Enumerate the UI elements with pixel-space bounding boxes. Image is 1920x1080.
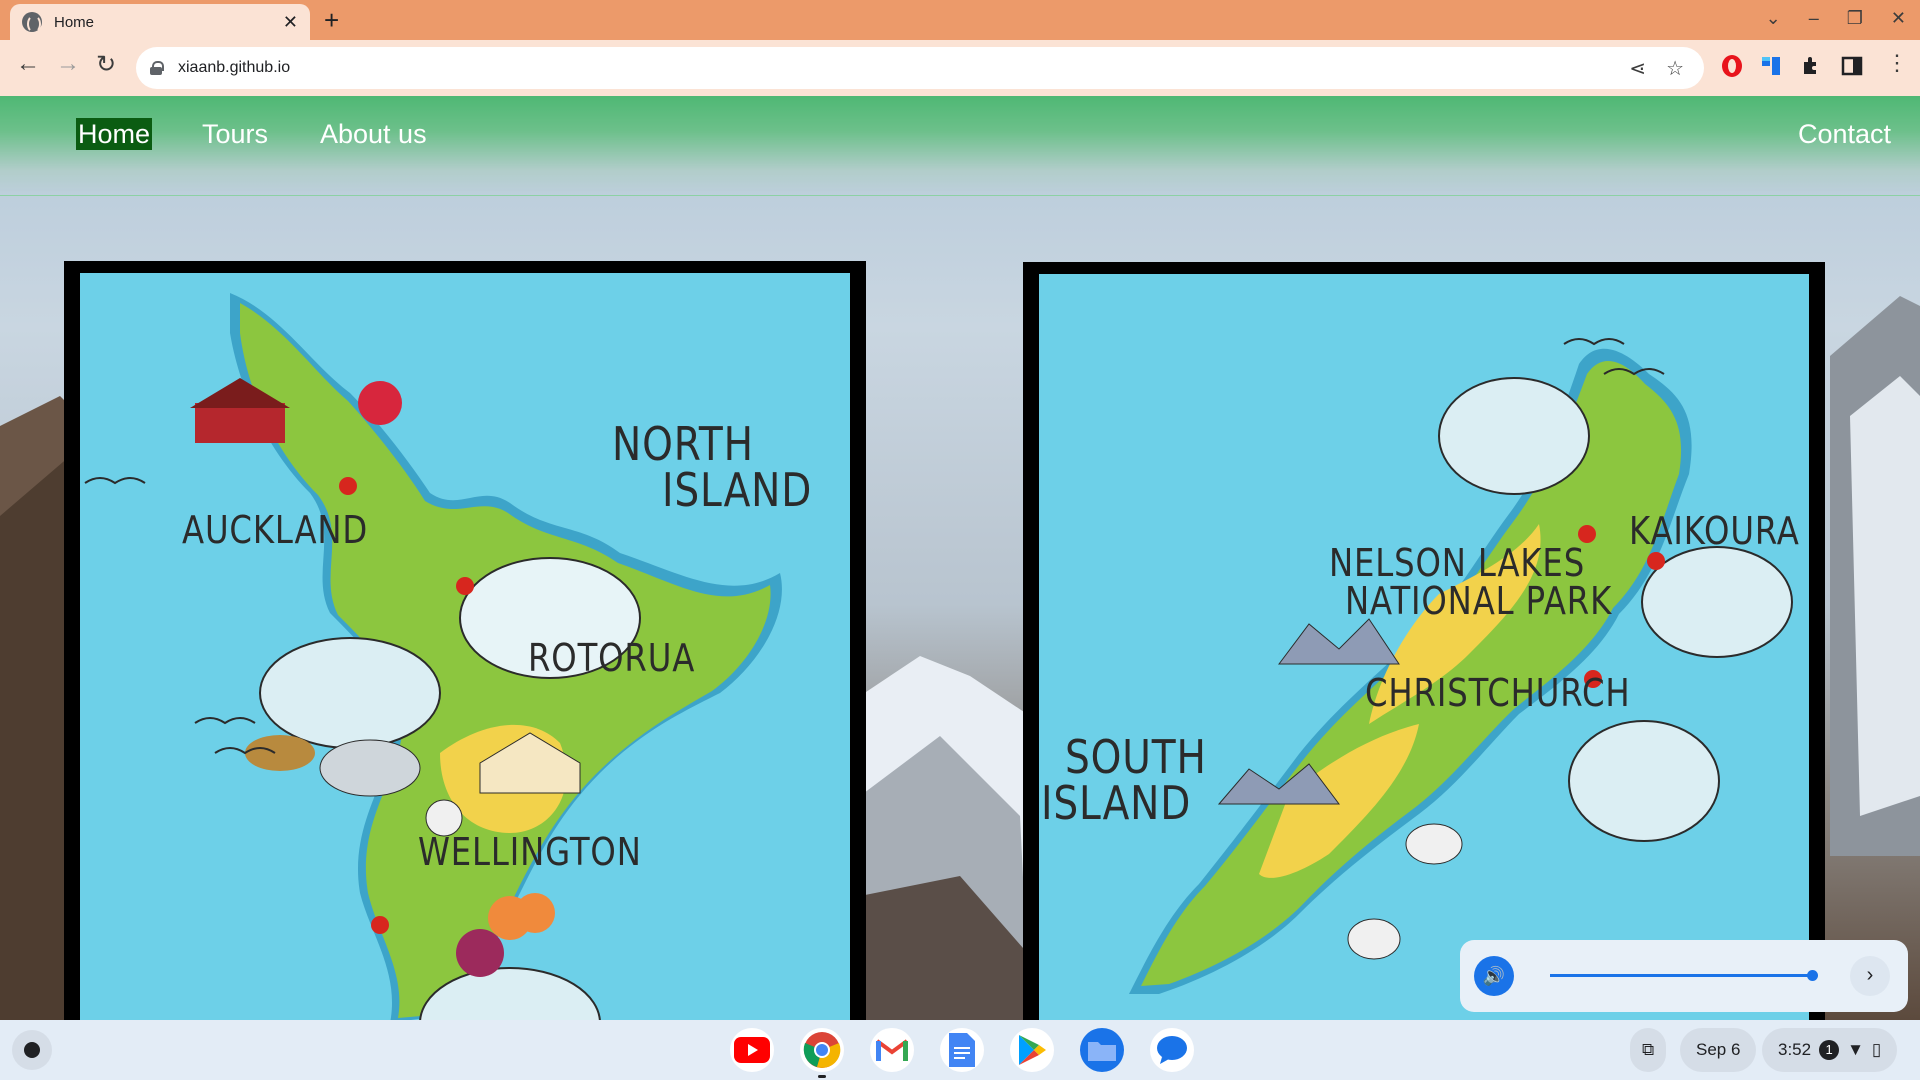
tab-strip: Home ✕ + ⌄ – ❐ ✕ [0,0,1920,40]
south-island-illustration [1129,338,1793,994]
launcher-button[interactable] [12,1030,52,1070]
window-controls: ⌄ – ❐ ✕ [1766,8,1906,29]
volume-slider[interactable] [1550,974,1813,977]
kaikoura-label: KAIKOURA [1629,509,1800,553]
reload-icon[interactable]: ↻ [96,50,116,79]
play-store-icon[interactable] [1010,1028,1054,1072]
north-island-title-2: ISLAND [662,463,813,517]
extensions-puzzle-icon[interactable] [1800,54,1824,78]
south-island-title-2: ISLAND [1041,776,1192,830]
nav-contact-link[interactable]: Contact [1796,118,1893,150]
volume-slider-handle[interactable] [1807,970,1819,981]
new-tab-button[interactable]: + [324,5,339,36]
chrome-icon[interactable] [800,1028,844,1078]
holding-space-icon[interactable]: ⧉ [1630,1028,1667,1072]
close-window-icon[interactable]: ✕ [1891,8,1906,29]
nav-home-link[interactable]: Home [76,118,153,150]
nav-about-link[interactable]: About us [318,118,429,150]
browser-toolbar: ← → ↻ xiaanb.github.io ⋖ ☆ ⋮ [0,40,1920,96]
christchurch-label: CHRISTCHURCH [1365,671,1631,715]
south-island-title-1: SOUTH [1065,730,1207,784]
url-text[interactable]: xiaanb.github.io [178,59,1629,77]
tab-search-icon[interactable]: ⌄ [1766,8,1781,29]
site-navbar: Home Tours About us Contact [0,96,1920,196]
forward-icon[interactable]: → [56,50,80,78]
os-shelf: ⧉ Sep 6 3:52 1 ▼ ▯ [0,1020,1920,1080]
globe-icon [22,12,42,33]
minimize-icon[interactable]: – [1809,8,1819,29]
volume-icon[interactable]: 🔊 [1474,956,1514,996]
youtube-icon[interactable] [730,1028,774,1072]
north-island-illustration [84,293,782,1020]
address-bar[interactable]: xiaanb.github.io ⋖ ☆ [136,47,1704,89]
nelson-lakes-label-1: NELSON LAKES [1329,541,1586,585]
side-panel-icon[interactable] [1840,54,1864,78]
gmail-icon[interactable] [870,1028,914,1072]
messages-icon[interactable] [1150,1028,1194,1072]
lock-icon[interactable] [150,61,164,75]
back-icon[interactable]: ← [16,50,40,78]
media-controls: 🔊 › [1460,940,1908,1012]
wifi-icon: ▼ [1847,1040,1864,1059]
share-icon[interactable]: ⋖ [1629,56,1646,81]
nelson-lakes-label-2: NATIONAL PARK [1345,579,1613,623]
clock-time: 3:52 [1778,1040,1812,1059]
close-tab-icon[interactable]: ✕ [283,12,298,33]
tab-home[interactable]: Home ✕ [10,4,310,40]
south-island-map-image: NELSON LAKES NATIONAL PARK KAIKOURA CHRI… [1039,274,1809,1020]
notification-badge: 1 [1819,1040,1840,1060]
north-island-map: NORTH ISLAND AUCKLAND ROTORUA WELLINGTON [64,261,866,1020]
docs-icon[interactable] [940,1028,984,1072]
north-island-map-image: NORTH ISLAND AUCKLAND ROTORUA WELLINGTON [80,273,850,1020]
north-island-title-1: NORTH [612,417,754,471]
restore-icon[interactable]: ❐ [1847,8,1863,29]
next-chevron-icon[interactable]: › [1850,956,1890,996]
bookmark-star-icon[interactable]: ☆ [1666,56,1684,81]
date-button[interactable]: Sep 6 [1680,1028,1757,1072]
files-icon[interactable] [1080,1028,1124,1072]
south-island-map: NELSON LAKES NATIONAL PARK KAIKOURA CHRI… [1023,262,1825,1020]
trello-extension-icon[interactable] [1760,54,1784,78]
rotorua-label: ROTORUA [528,636,696,680]
menu-kebab-icon[interactable]: ⋮ [1886,50,1908,76]
tab-title: Home [54,13,95,31]
opera-extension-icon[interactable] [1720,54,1744,78]
battery-icon: ▯ [1871,1040,1882,1059]
wellington-label: WELLINGTON [418,830,642,874]
nav-tours-link[interactable]: Tours [200,118,270,150]
web-page: Home Tours About us Contact NORTH ISLAND… [0,96,1920,1020]
auckland-label: AUCKLAND [182,508,369,552]
status-tray[interactable]: 3:52 1 ▼ ▯ [1762,1028,1898,1072]
